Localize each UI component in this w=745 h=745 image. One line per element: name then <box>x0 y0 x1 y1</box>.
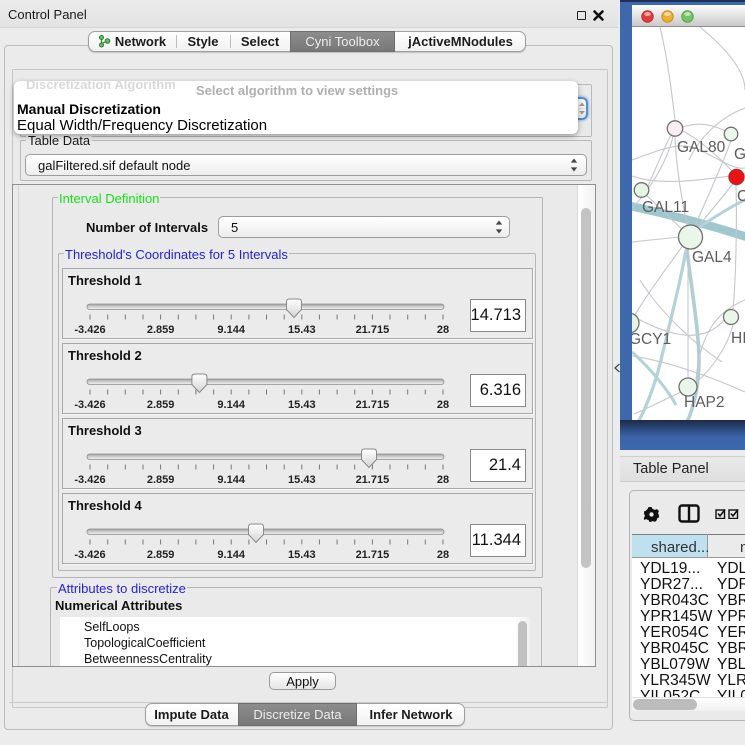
svg-text:GAL4: GAL4 <box>692 249 732 266</box>
svg-text:GAL11: GAL11 <box>642 199 689 216</box>
svg-text:GAL80: GAL80 <box>677 139 726 156</box>
svg-text:HI: HI <box>731 330 745 347</box>
svg-text:C: C <box>737 188 745 205</box>
svg-text:HAP2: HAP2 <box>684 394 725 411</box>
svg-text:GA: GA <box>734 146 745 163</box>
svg-text:GCY1: GCY1 <box>632 331 671 348</box>
